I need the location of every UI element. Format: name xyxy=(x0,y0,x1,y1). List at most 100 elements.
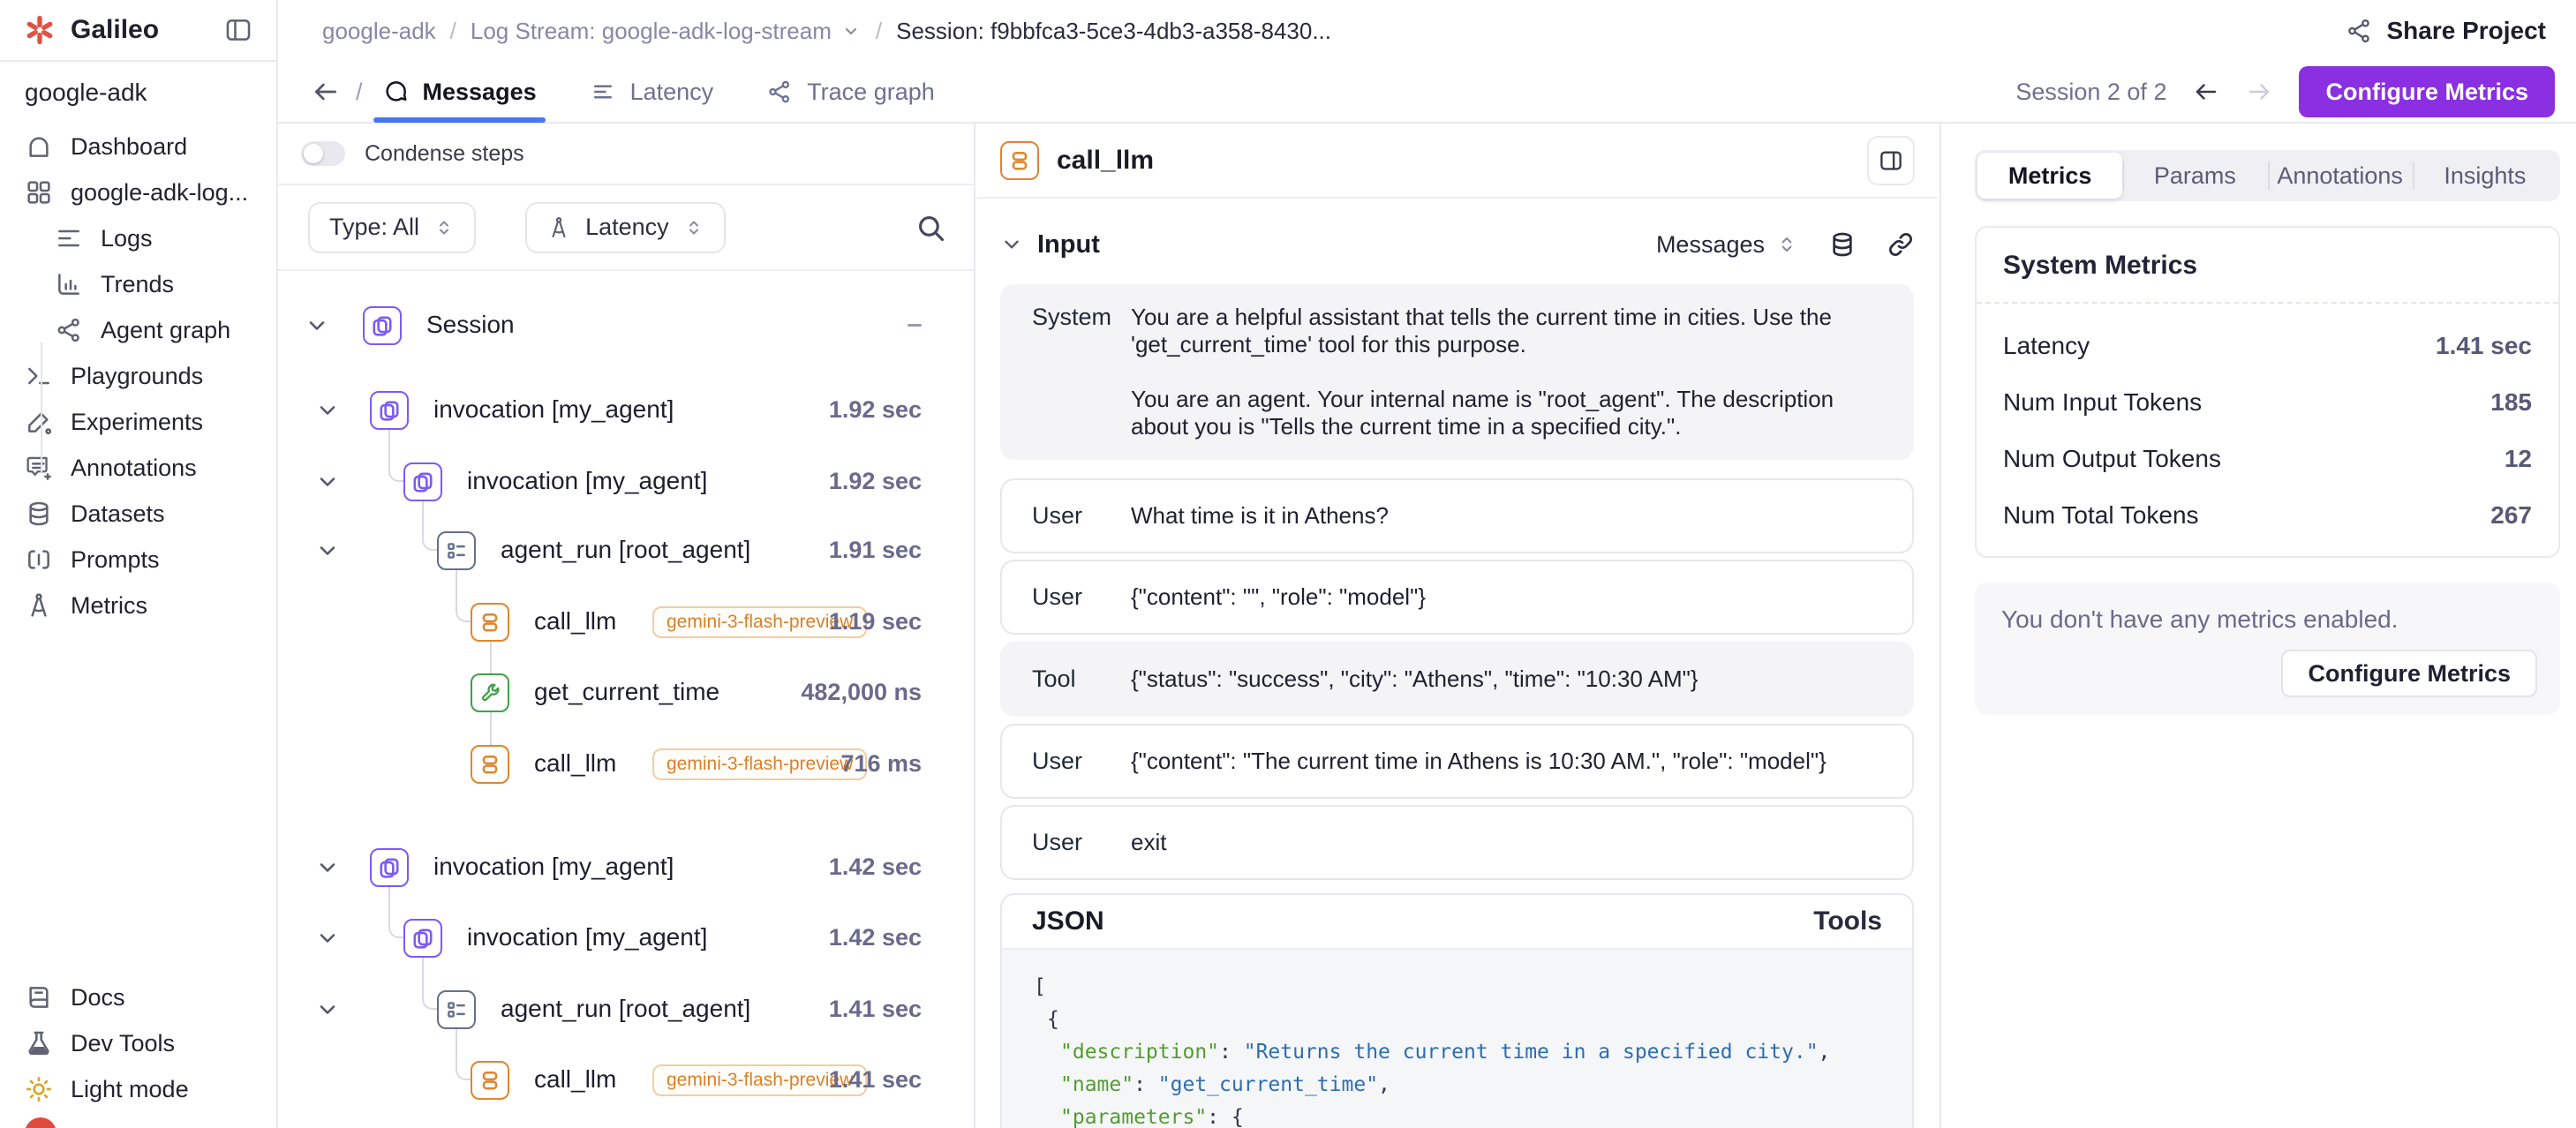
tab-params[interactable]: Params xyxy=(2122,153,2267,199)
database-icon xyxy=(25,500,53,528)
view-mode-select[interactable]: Messages xyxy=(1656,231,1798,259)
nav-guide-line xyxy=(41,342,42,473)
toggle-right-panel-icon[interactable] xyxy=(1867,136,1915,185)
message-card-user[interactable]: User What time is it in Athens? xyxy=(1000,478,1914,553)
search-icon[interactable] xyxy=(914,211,947,244)
tree-row-session[interactable]: Session xyxy=(278,306,974,345)
sidebar-item-label: Annotations xyxy=(71,455,197,482)
tree-row-agent-run[interactable]: agent_run [root_agent] 1.91 sec xyxy=(278,531,974,570)
tab-metrics[interactable]: Metrics xyxy=(1977,153,2122,199)
sidebar-item-log-stream[interactable]: google-adk-log... xyxy=(0,169,276,215)
share-icon xyxy=(2346,18,2372,44)
metric-label: Num Total Tokens xyxy=(2003,501,2199,530)
tab-label: Messages xyxy=(423,79,537,106)
message-role: User xyxy=(1002,502,1131,530)
tree-row-agent-run[interactable]: agent_run [root_agent] 1.41 sec xyxy=(278,990,974,1029)
chevron-down-icon[interactable] xyxy=(315,926,340,951)
tree-row-call-llm[interactable]: call_llm gemini-3-flash-preview 1.19 sec xyxy=(278,603,974,642)
message-card-user[interactable]: User {"content": "", "role": "model"} xyxy=(1000,560,1914,635)
tab-annotations[interactable]: Annotations xyxy=(2268,153,2413,199)
agent-run-icon xyxy=(437,990,476,1029)
minus-icon[interactable] xyxy=(908,324,922,327)
configure-metrics-button[interactable]: Configure Metrics xyxy=(2299,66,2555,117)
tree-row-label: invocation [my_agent] xyxy=(467,923,707,951)
message-text: exit xyxy=(1131,829,1912,856)
dashed-divider xyxy=(1977,302,2558,304)
configure-metrics-secondary-button[interactable]: Configure Metrics xyxy=(2281,650,2537,697)
tree-row-label: invocation [my_agent] xyxy=(433,853,674,881)
tree-row-call-llm-selected[interactable]: call_llm gemini-3-flash-preview 1.41 sec xyxy=(278,1061,974,1100)
sidebar-item-logs[interactable]: Logs xyxy=(0,215,276,261)
tree-connector xyxy=(490,712,492,745)
message-card-tool[interactable]: Tool {"status": "success", "city": "Athe… xyxy=(1000,642,1914,717)
raw-data-icon[interactable] xyxy=(1828,230,1857,259)
metric-label: Num Output Tokens xyxy=(2003,445,2221,473)
system-metrics-card: System Metrics Latency 1.41 sec Num Inpu… xyxy=(1975,226,2560,558)
message-card-system[interactable]: System You are a helpful assistant that … xyxy=(1000,284,1914,460)
user-avatar[interactable] xyxy=(25,1117,56,1128)
message-role: Tool xyxy=(1002,666,1131,693)
tab-trace-graph[interactable]: Trace graph xyxy=(763,61,938,123)
message-text: {"status": "success", "city": "Athens", … xyxy=(1131,666,1912,693)
metrics-empty-text: You don't have any metrics enabled. xyxy=(2001,605,2534,634)
tab-messages[interactable]: Messages xyxy=(379,61,540,123)
tree-row-invocation[interactable]: invocation [my_agent] 1.42 sec xyxy=(278,919,974,958)
type-filter-label: Type: All xyxy=(329,214,419,241)
code-token: : xyxy=(1134,1073,1158,1096)
tree-row-duration: 1.92 sec xyxy=(829,468,922,495)
view-mode-label: Messages xyxy=(1656,231,1765,259)
sidebar-item-docs[interactable]: Docs xyxy=(0,974,276,1020)
sidebar-item-dev-tools[interactable]: Dev Tools xyxy=(0,1020,276,1066)
tree-row-call-llm[interactable]: call_llm gemini-3-flash-preview 716 ms xyxy=(278,745,974,784)
collapse-sidebar-icon[interactable] xyxy=(223,15,253,45)
code-token: , xyxy=(1819,1041,1831,1064)
chevron-down-icon[interactable] xyxy=(315,470,340,494)
detail-body: Input Messages System You are a helpful … xyxy=(977,200,1938,1128)
tree-row-label: agent_run [root_agent] xyxy=(501,536,750,564)
json-code-block[interactable]: [ { "description": "Returns the current … xyxy=(1002,950,1912,1128)
sort-filter-select[interactable]: Latency xyxy=(525,202,726,253)
link-icon[interactable] xyxy=(1887,230,1915,259)
code-token: : xyxy=(1219,1041,1244,1064)
tab-insights[interactable]: Insights xyxy=(2413,153,2557,199)
terminal-icon xyxy=(25,362,53,390)
message-card-user[interactable]: User exit xyxy=(1000,805,1914,880)
chevron-down-icon[interactable] xyxy=(1000,233,1023,256)
model-badge: gemini-3-flash-preview xyxy=(652,748,867,780)
message-role: User xyxy=(1002,583,1131,611)
sidebar-item-datasets[interactable]: Datasets xyxy=(0,491,276,537)
previous-session-icon[interactable] xyxy=(2193,79,2219,105)
sidebar: Galileo google-adk Dashboard google-adk-… xyxy=(0,0,278,1128)
chevron-down-icon[interactable] xyxy=(305,313,329,338)
type-filter-select[interactable]: Type: All xyxy=(308,202,476,253)
galileo-logo-icon xyxy=(23,13,56,47)
message-card-user[interactable]: User {"content": "The current time in At… xyxy=(1000,724,1914,799)
breadcrumb-session: Session: f9bbfca3-5ce3-4db3-a358-8430... xyxy=(896,18,1331,45)
breadcrumb-project[interactable]: google-adk xyxy=(322,18,436,45)
share-project-button[interactable]: Share Project xyxy=(2346,17,2546,45)
tree-row-label: invocation [my_agent] xyxy=(433,395,674,424)
tree-row-get-current-time[interactable]: get_current_time 482,000 ns xyxy=(278,673,974,712)
metric-value: 185 xyxy=(2490,388,2532,417)
chevron-down-icon[interactable] xyxy=(315,997,340,1022)
sidebar-item-metrics[interactable]: Metrics xyxy=(0,583,276,628)
back-arrow-icon[interactable] xyxy=(312,78,340,106)
chevron-down-icon[interactable] xyxy=(315,855,340,880)
tree-row-invocation[interactable]: invocation [my_agent] 1.92 sec xyxy=(278,391,974,430)
chevron-down-icon[interactable] xyxy=(315,398,340,423)
tree-row-invocation[interactable]: invocation [my_agent] 1.42 sec xyxy=(278,848,974,887)
next-session-icon[interactable] xyxy=(2246,79,2272,105)
chevron-down-icon[interactable] xyxy=(315,538,340,563)
sidebar-item-trends[interactable]: Trends xyxy=(0,261,276,307)
metric-label: Num Input Tokens xyxy=(2003,388,2202,417)
tab-latency[interactable]: Latency xyxy=(586,61,718,123)
condense-steps-toggle[interactable] xyxy=(301,141,345,166)
sidebar-item-dashboard[interactable]: Dashboard xyxy=(0,124,276,169)
tree-row-invocation[interactable]: invocation [my_agent] 1.92 sec xyxy=(278,462,974,501)
sidebar-item-prompts[interactable]: Prompts xyxy=(0,537,276,583)
sidebar-item-light-mode[interactable]: Light mode xyxy=(0,1066,276,1112)
sidebar-item-label: Light mode xyxy=(71,1076,189,1103)
breadcrumb-log-stream[interactable]: Log Stream: google-adk-log-stream xyxy=(471,18,832,45)
code-token: "parameters" xyxy=(1060,1106,1207,1128)
chevron-down-icon[interactable] xyxy=(840,20,862,41)
